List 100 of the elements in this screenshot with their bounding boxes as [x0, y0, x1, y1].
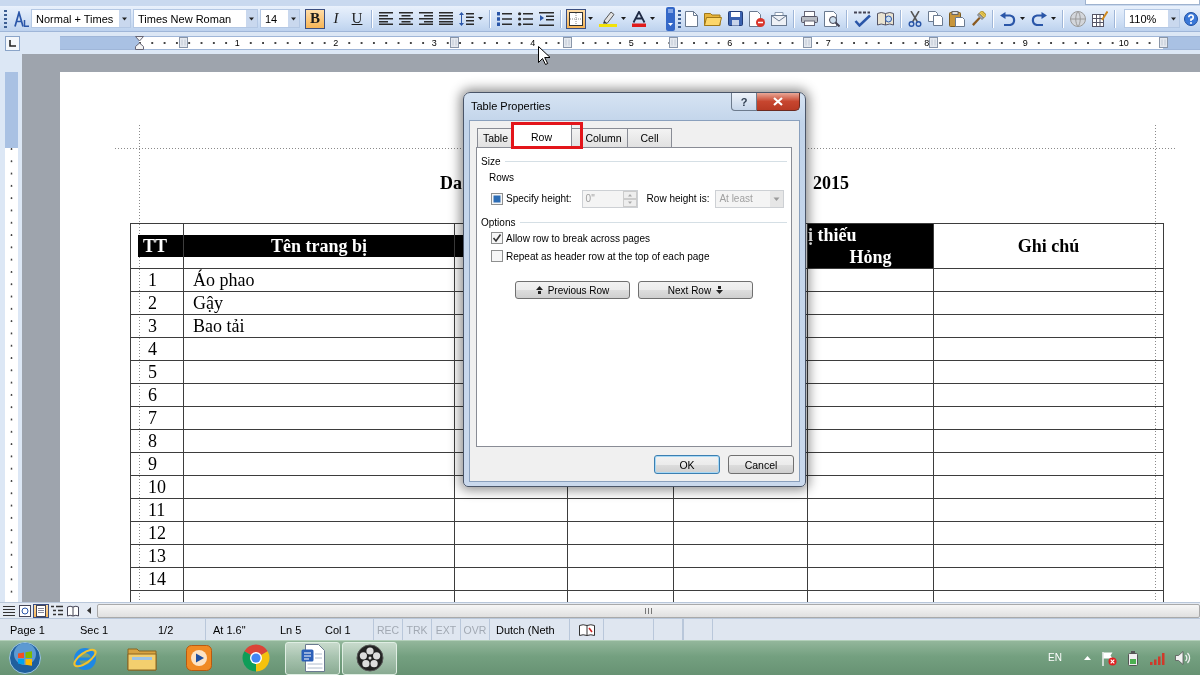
undo-icon[interactable]	[1000, 11, 1016, 26]
zoom-dropdown[interactable]: 110%	[1124, 9, 1180, 28]
permission-icon[interactable]	[749, 10, 765, 27]
taskbar-button[interactable]	[285, 641, 340, 675]
caret-icon[interactable]	[1051, 17, 1056, 20]
indent-marker-icon[interactable]	[135, 36, 144, 50]
up-arrow-icon[interactable]	[1084, 656, 1091, 660]
table-cell: 12	[131, 522, 184, 545]
column-marker-icon[interactable]	[563, 37, 572, 48]
column-marker-icon[interactable]	[450, 37, 459, 48]
scrollbar-thumb[interactable]	[97, 603, 1200, 618]
ruler-number: 1	[232, 38, 242, 48]
save-icon[interactable]	[728, 11, 743, 26]
caret-icon[interactable]	[1020, 17, 1025, 20]
paintbrush-icon[interactable]	[971, 10, 986, 27]
font-color-icon[interactable]	[632, 10, 646, 27]
envelope-icon[interactable]	[771, 11, 787, 26]
checkbox-label[interactable]: Repeat as header row at the top of each page	[506, 250, 710, 262]
justify-icon[interactable]	[439, 12, 453, 25]
underline-button[interactable]: U	[347, 8, 367, 29]
table-cell: Áo phao	[184, 269, 455, 292]
group-label: Options	[481, 216, 516, 228]
column-marker-icon[interactable]	[803, 37, 812, 48]
play-icon	[185, 645, 212, 671]
close-button[interactable]	[757, 93, 800, 111]
caret-icon[interactable]	[621, 17, 626, 20]
borders-button[interactable]	[566, 8, 586, 29]
table-cell: 1	[131, 269, 184, 292]
print-preview-icon[interactable]	[824, 10, 840, 27]
table-cell: 7	[131, 407, 184, 430]
checkbox[interactable]	[491, 192, 503, 205]
status-text: Page 1	[10, 623, 46, 636]
new-document-icon[interactable]	[685, 10, 698, 27]
column-marker-icon[interactable]	[669, 37, 678, 48]
battery-icon[interactable]	[1127, 650, 1139, 666]
lines-icon	[3, 604, 15, 617]
align-left-icon[interactable]	[379, 12, 393, 25]
font-size-dropdown[interactable]: 14	[260, 9, 300, 28]
align-right-icon[interactable]	[419, 12, 433, 25]
checkbox[interactable]	[491, 250, 503, 262]
spell-check-icon[interactable]	[854, 10, 871, 27]
line-spacing-icon[interactable]	[459, 11, 474, 26]
grip-icon[interactable]	[4, 9, 7, 28]
font-dropdown[interactable]: Times New Roman	[133, 9, 258, 28]
ruler-number: 6	[725, 38, 735, 48]
numbered-list-icon[interactable]	[497, 11, 512, 26]
title-text: 2015	[813, 172, 849, 194]
checkbox-label[interactable]: Allow row to break across pages	[506, 232, 650, 244]
caret-icon[interactable]	[478, 17, 483, 20]
checkbox[interactable]	[491, 232, 503, 244]
view-button[interactable]	[33, 603, 49, 618]
align-center-icon[interactable]	[399, 12, 413, 25]
scissors-icon[interactable]	[908, 10, 922, 27]
tab-stop-icon[interactable]	[5, 35, 20, 51]
toolbar-options-icon[interactable]	[666, 6, 675, 31]
next-row-button[interactable]: Next Row	[638, 281, 753, 299]
column-marker-icon[interactable]	[179, 37, 188, 48]
tab[interactable]: Cell	[627, 128, 672, 147]
view-button[interactable]	[17, 603, 33, 618]
previous-row-button[interactable]: Previous Row	[515, 281, 630, 299]
ruler-number: 10	[1116, 38, 1131, 48]
help-icon[interactable]	[1184, 11, 1198, 26]
folder-icon[interactable]	[704, 11, 722, 26]
table-cell: 9	[131, 453, 184, 476]
taskbar-button[interactable]	[342, 641, 397, 675]
style-dropdown[interactable]: Normal + Times	[31, 9, 131, 28]
column-marker-icon[interactable]	[929, 37, 938, 48]
redo-icon[interactable]	[1031, 11, 1047, 26]
column-marker-icon[interactable]	[1159, 37, 1168, 48]
caret-icon[interactable]	[588, 17, 593, 20]
ok-button[interactable]: OK	[654, 455, 720, 474]
indent-icon[interactable]	[539, 11, 554, 26]
help-button[interactable]: ?	[731, 93, 757, 111]
flag-icon[interactable]	[1101, 650, 1117, 666]
paste-icon[interactable]	[949, 10, 965, 27]
view-button[interactable]	[49, 603, 65, 618]
highlighter-icon[interactable]	[599, 10, 617, 27]
question-field[interactable]	[1085, 0, 1200, 5]
bulleted-list-icon[interactable]	[518, 11, 533, 26]
book-icon[interactable]	[578, 623, 595, 636]
highlight-frame	[511, 122, 583, 149]
printer-icon[interactable]	[801, 11, 818, 26]
table-cell: Bao tải	[184, 315, 455, 338]
grip-icon[interactable]	[678, 9, 681, 28]
bold-button[interactable]: B	[305, 8, 325, 29]
table-cell: 8	[131, 430, 184, 453]
caret-icon[interactable]	[650, 17, 655, 20]
styles-icon[interactable]	[14, 10, 29, 27]
scroll-left-icon[interactable]	[87, 607, 91, 614]
status-text: Col 1	[325, 623, 352, 636]
book-icon[interactable]	[877, 10, 894, 27]
italic-button[interactable]: I	[326, 8, 346, 29]
speaker-icon[interactable]	[1175, 651, 1191, 665]
checkbox-label[interactable]: Specify height:	[506, 193, 572, 204]
start-orb-icon[interactable]	[9, 642, 41, 674]
view-button[interactable]	[65, 603, 81, 618]
table-grid-icon[interactable]	[1092, 10, 1108, 27]
cancel-button[interactable]: Cancel	[728, 455, 794, 474]
copy-icon[interactable]	[928, 11, 943, 26]
view-button[interactable]	[1, 603, 17, 618]
